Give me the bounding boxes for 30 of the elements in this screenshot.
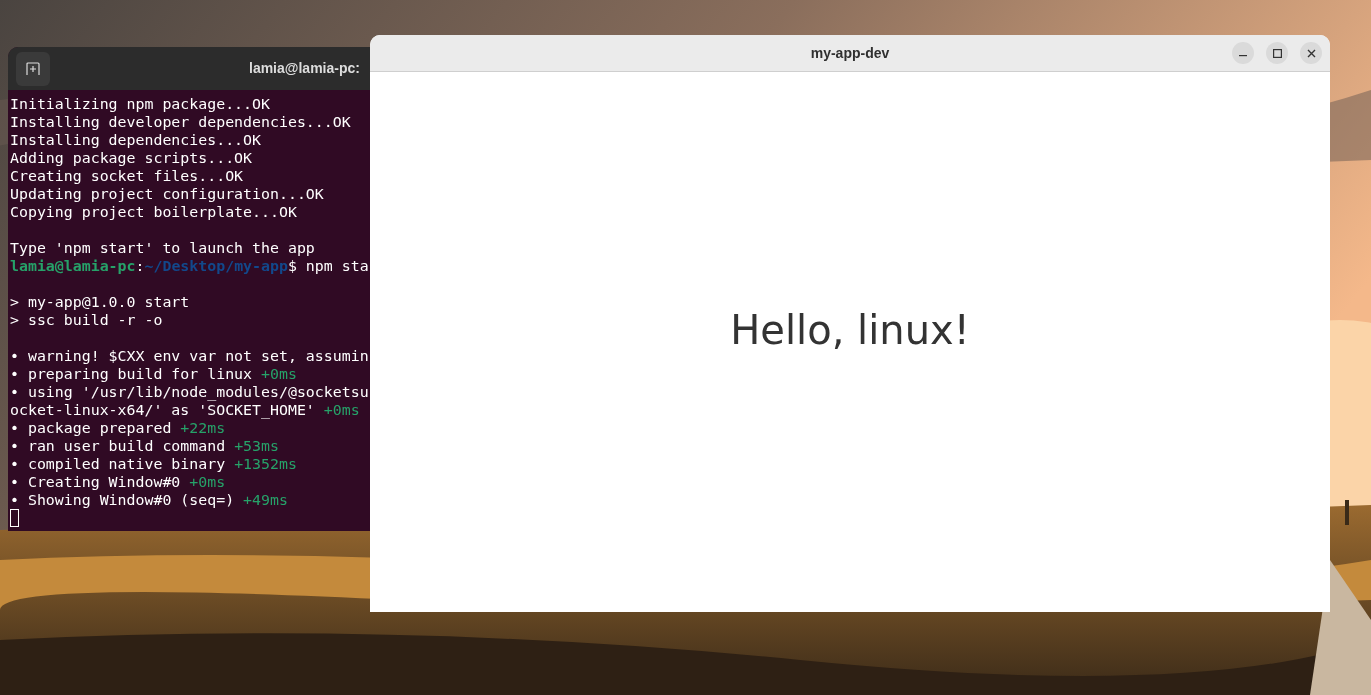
new-tab-icon <box>26 61 40 76</box>
terminal-title: lamia@lamia-pc: <box>249 59 360 78</box>
close-icon <box>1306 48 1316 58</box>
maximize-button[interactable] <box>1266 42 1288 64</box>
terminal-line: Adding package scripts...OK <box>10 149 254 167</box>
close-button[interactable] <box>1300 42 1322 64</box>
terminal-line: Updating project configuration...OK <box>10 185 325 203</box>
terminal-line: • Creating Window#0 +0ms <box>10 473 227 491</box>
terminal-line: Copying project boilerplate...OK <box>10 203 298 221</box>
terminal-line: • using '/usr/lib/node_modules/@socketsu <box>10 383 370 401</box>
terminal-line: Type 'npm start' to launch the app <box>10 239 316 257</box>
maximize-icon <box>1272 48 1282 58</box>
terminal-line: Creating socket files...OK <box>10 167 245 185</box>
terminal-line: • package prepared +22ms <box>10 419 227 437</box>
terminal-line: • ran user build command +53ms <box>10 437 280 455</box>
terminal-line: Initializing npm package...OK <box>10 95 271 113</box>
terminal-line: • warning! $CXX env var not set, assumin <box>10 347 370 365</box>
terminal-line: > ssc build -r -o <box>10 311 164 329</box>
terminal-line: • preparing build for linux +0ms <box>10 365 298 383</box>
terminal-line: > my-app@1.0.0 start <box>10 293 191 311</box>
terminal-line: Installing dependencies...OK <box>10 131 263 149</box>
terminal-line: Installing developer dependencies...OK <box>10 113 352 131</box>
text-cursor <box>10 509 19 527</box>
greeting-text: Hello, linux! <box>730 306 970 355</box>
terminal-line: • compiled native binary +1352ms <box>10 455 298 473</box>
terminal-line: • Showing Window#0 (seq=) +49ms <box>10 491 289 509</box>
window-title: my-app-dev <box>810 43 890 63</box>
new-tab-button[interactable] <box>16 51 50 86</box>
terminal-line: lamia@lamia-pc:~/Desktop/my-app$ npm sta <box>10 257 370 275</box>
terminal-line: ocket-linux-x64/' as 'SOCKET_HOME' +0ms <box>10 401 361 419</box>
